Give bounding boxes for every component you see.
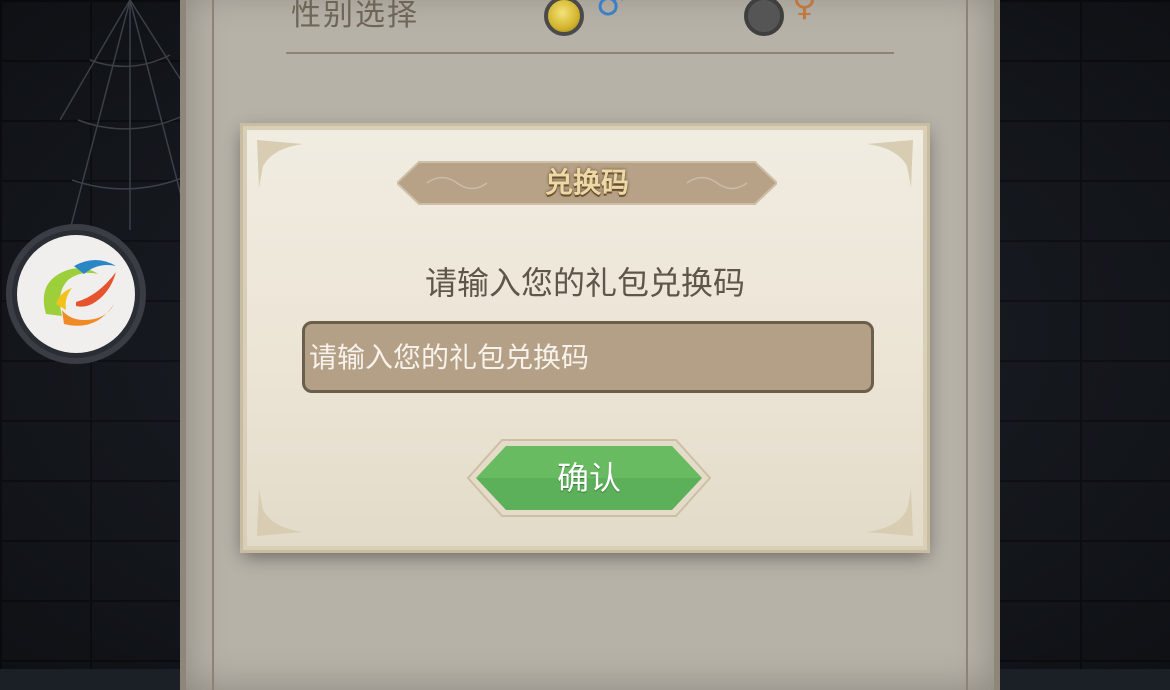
redeem-code-dialog: 兑换码 请输入您的礼包兑换码 确认 xyxy=(243,126,927,550)
swirl-logo-icon xyxy=(43,260,116,326)
male-radio[interactable] xyxy=(544,0,584,36)
female-radio[interactable] xyxy=(744,0,784,36)
floating-assistant-button[interactable] xyxy=(6,224,146,364)
corner-ornament-top-right xyxy=(867,140,913,188)
corner-ornament-bottom-right xyxy=(867,488,913,536)
cobweb-decoration xyxy=(60,0,200,230)
female-icon: ♀ xyxy=(792,0,817,24)
corner-ornament-top-left xyxy=(257,140,303,188)
panel-border-left xyxy=(212,0,214,690)
confirm-label: 确认 xyxy=(556,459,621,497)
floating-button-face xyxy=(17,235,135,353)
confirm-button[interactable]: 确认 xyxy=(464,436,714,520)
panel-divider xyxy=(286,52,894,54)
corner-ornament-bottom-left xyxy=(257,488,303,536)
panel-border-right xyxy=(966,0,968,690)
male-icon: ♂ xyxy=(596,0,627,24)
title-banner: 兑换码 xyxy=(395,158,779,208)
gender-select-label: 性别选择 xyxy=(291,0,419,33)
redeem-prompt: 请输入您的礼包兑换码 xyxy=(424,264,745,302)
dialog-title: 兑换码 xyxy=(544,166,629,199)
redeem-code-input[interactable] xyxy=(302,321,874,393)
